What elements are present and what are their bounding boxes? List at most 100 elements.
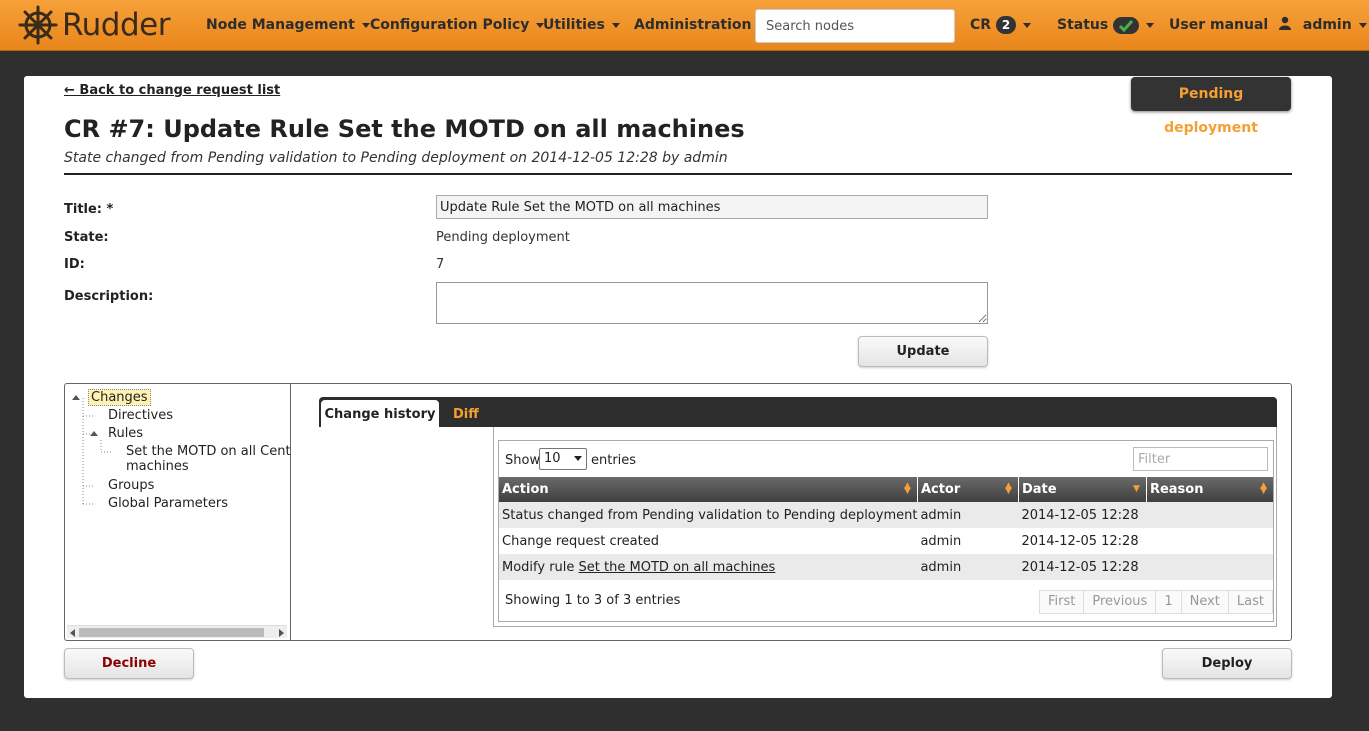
pager-last[interactable]: Last [1228,591,1272,613]
logo-text: Rudder [62,7,170,43]
change-request-panel: ← Back to change request list Pending de… [24,76,1332,698]
decline-button[interactable]: Decline [64,648,194,679]
page-subtitle: State changed from Pending validation to… [64,150,728,166]
nav-configuration-policy[interactable]: Configuration Policy [370,0,545,51]
tree-node-changes[interactable]: Changes [88,389,151,406]
nav-label: Node Management [206,17,355,33]
search-nodes-input[interactable] [755,9,955,43]
history-table-container: Show 10 entries Action ▲▼ Actor ▲▼ Date ▼ R… [498,440,1274,622]
column-header-reason[interactable]: Reason ▲ ▼ [1146,477,1273,502]
cell-reason [1146,528,1273,554]
deploy-button[interactable]: Deploy [1162,648,1292,679]
nav-user-menu[interactable]: admin [1278,0,1367,51]
id-value: 7 [436,257,445,272]
pagination: First Previous 1 Next Last [1039,590,1273,614]
title-divider [64,173,1292,175]
nav-label: Utilities [543,17,605,33]
caret-down-icon [1358,22,1367,28]
nav-administration[interactable]: Administration [634,0,767,51]
cell-date: 2014-12-05 12:28 [1018,554,1147,580]
manual-label: User manual [1169,17,1269,33]
tree-node-label: machines [126,459,189,474]
column-header-date[interactable]: Date ▼ [1018,477,1147,502]
cell-action: Modify rule Set the MOTD on all machines [499,554,918,580]
page-title: CR #7: Update Rule Set the MOTD on all m… [64,115,745,143]
nav-node-management[interactable]: Node Management [206,0,370,51]
nav-label: Configuration Policy [370,17,530,33]
sort-both-icon: ▲ ▼ [1260,481,1267,496]
sort-both-icon: ▲ ▼ [904,481,911,496]
cr-label: CR [970,17,992,33]
column-header-label: Reason [1149,482,1204,497]
cell-date: 2014-12-05 12:28 [1018,528,1147,554]
filter-input[interactable] [1133,447,1268,471]
column-header-action[interactable]: Action ▲ ▼ [499,477,918,502]
nav-label: Administration [634,17,752,33]
title-label: Title: * [64,202,114,217]
tree-node-rule-motd[interactable]: Set the MOTD on all CentOS machines [126,444,290,474]
column-header-label: Date [1021,482,1057,497]
page-length-select[interactable]: 10 [539,448,587,470]
sort-both-icon: ▲ ▼ [1005,481,1012,496]
back-to-list-link[interactable]: ← Back to change request list [64,83,280,98]
page-length-value: 10 [544,451,561,466]
cell-action: Change request created [499,528,918,554]
ship-wheel-icon [18,5,58,45]
entries-label: entries [591,453,637,468]
scrollbar-thumb[interactable] [79,628,264,637]
nav-status[interactable]: Status [1057,0,1155,51]
action-prefix: Modify rule [502,559,579,575]
column-header-label: Action [502,482,549,497]
scroll-right-icon[interactable] [279,629,284,637]
cell-actor: admin [917,554,1019,580]
cell-date: 2014-12-05 12:28 [1018,502,1147,528]
cell-reason [1146,502,1273,528]
change-tabs: Change history Diff [319,397,1277,429]
tab-diff[interactable]: Diff [453,400,479,427]
tree-node-groups[interactable]: Groups [108,478,154,493]
caret-down-icon [611,22,620,28]
title-field[interactable] [436,195,988,219]
table-info: Showing 1 to 3 of 3 entries [505,593,681,608]
user-label: admin [1302,17,1352,33]
show-label: Show [505,453,541,468]
tab-change-history[interactable]: Change history [321,400,439,429]
rudder-logo[interactable]: Rudder [18,4,170,46]
state-badge: Pending deployment [1131,77,1291,136]
status-ok-badge [1113,16,1140,34]
nav-change-requests[interactable]: CR 2 [970,0,1032,51]
changes-container: Changes Directives Rules Set the MOTD on… [64,383,1292,641]
checkmark-icon [1119,19,1134,32]
tree-node-global-parameters[interactable]: Global Parameters [108,496,228,511]
scroll-left-icon[interactable] [70,629,75,637]
rule-link[interactable]: Set the MOTD on all machines [579,560,776,575]
caret-down-icon [1023,22,1032,28]
tree-node-rules[interactable]: Rules [108,426,143,441]
table-row: Modify rule Set the MOTD on all machines… [499,554,1273,580]
id-label: ID: [64,257,85,272]
cr-count-badge: 2 [996,16,1017,34]
sort-desc-icon: ▼ [1133,484,1140,494]
tree-horizontal-scrollbar[interactable] [67,625,287,638]
history-tab-content: Show 10 entries Action ▲▼ Actor ▲▼ Date ▼ R… [493,427,1277,627]
update-button[interactable]: Update [858,336,988,367]
description-field[interactable] [436,282,988,324]
nav-user-manual[interactable]: User manual [1169,0,1268,51]
pager-next[interactable]: Next [1181,591,1229,613]
tree-node-label: Changes [88,389,151,406]
caret-down-icon [1146,22,1155,28]
pager-first[interactable]: First [1040,591,1085,613]
user-icon [1279,16,1291,30]
dropdown-arrow-icon [574,456,582,461]
pager-page-1[interactable]: 1 [1156,591,1182,613]
pager-previous[interactable]: Previous [1084,591,1157,613]
top-navbar: Rudder Node Management Configuration Pol… [0,0,1369,51]
table-header-row: Action ▲ ▼ Actor ▲ ▼ Date ▼ Reason ▲ ▼ [499,477,1273,502]
nav-utilities[interactable]: Utilities [543,0,620,51]
table-row: Status changed from Pending validation t… [499,502,1273,528]
state-value: Pending deployment [436,230,570,245]
status-label: Status [1057,17,1109,33]
tree-node-directives[interactable]: Directives [108,408,173,423]
state-label: State: [64,230,109,245]
column-header-actor[interactable]: Actor ▲ ▼ [917,477,1019,502]
